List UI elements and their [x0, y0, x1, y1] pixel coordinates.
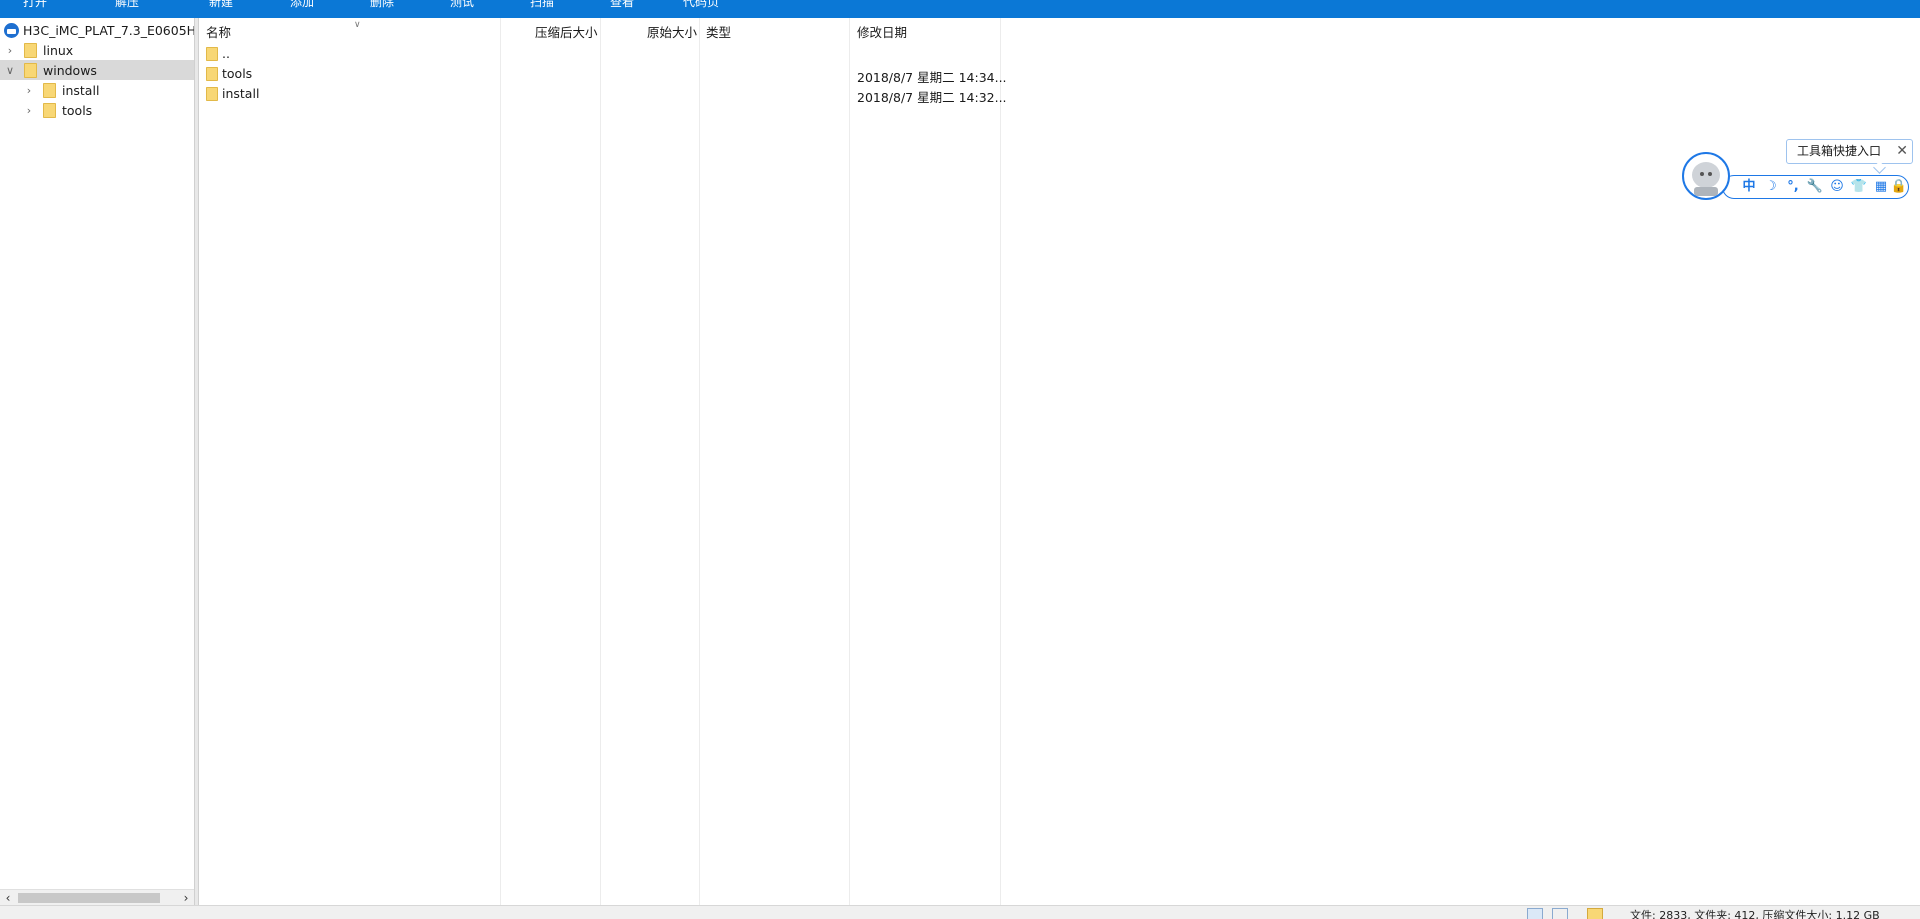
chevron-right-icon[interactable]: ›: [23, 84, 35, 97]
view-button[interactable]: 查看: [610, 0, 634, 10]
tree-item-tools[interactable]: › tools: [0, 100, 194, 120]
folder-icon: [206, 66, 218, 81]
tree-horizontal-scrollbar[interactable]: ‹ ›: [0, 889, 194, 905]
details-view-icon[interactable]: [1527, 908, 1543, 919]
column-header-type[interactable]: 类型: [706, 22, 731, 41]
tooltip-text: 工具箱快捷入口: [1797, 144, 1882, 158]
chinese-mode-icon[interactable]: 中: [1740, 178, 1758, 196]
test-button[interactable]: 测试: [450, 0, 474, 10]
extract-button[interactable]: 解压: [115, 0, 139, 10]
status-text: 文件: 2833, 文件夹: 412, 压缩文件大小: 1.12 GB: [1630, 909, 1880, 919]
scroll-right-icon[interactable]: ›: [178, 890, 194, 906]
ime-avatar[interactable]: [1682, 152, 1730, 200]
folder-icon: [24, 42, 37, 58]
column-divider[interactable]: [600, 18, 601, 905]
grid-icon[interactable]: ▦: [1872, 178, 1890, 196]
codepage-button[interactable]: 代码页: [683, 0, 719, 10]
folder-icon: [43, 82, 56, 98]
column-header-size[interactable]: 原始大小: [647, 22, 697, 41]
main-toolbar: 打开 解压 新建 添加 删除 测试 扫描 查看 代码页: [0, 0, 1920, 18]
archive-icon: [4, 22, 19, 38]
table-row[interactable]: ..: [199, 44, 999, 64]
chevron-right-icon[interactable]: ›: [4, 44, 16, 57]
moon-icon[interactable]: ☽: [1762, 178, 1780, 196]
folder-icon: [24, 62, 37, 78]
file-name: ..: [222, 46, 230, 61]
column-divider[interactable]: [1000, 18, 1001, 905]
scan-button[interactable]: 扫描: [530, 0, 554, 10]
file-name: tools: [222, 66, 253, 81]
file-list: 名称 ∨ 压缩后大小 原始大小 类型 修改日期 .. tools 2018/8/…: [199, 18, 1920, 905]
tree-item-install[interactable]: › install: [0, 80, 194, 100]
avatar-face-icon: [1692, 162, 1720, 188]
emoji-icon[interactable]: ☺: [1828, 178, 1846, 196]
tree-item-label: install: [62, 82, 100, 98]
column-divider[interactable]: [500, 18, 501, 905]
punctuation-icon[interactable]: °,: [1784, 178, 1802, 196]
scrollbar-thumb[interactable]: [18, 893, 160, 903]
avatar-scarf: [1694, 187, 1718, 196]
file-name: install: [222, 86, 260, 101]
folder-up-icon: [206, 46, 218, 61]
tree-root[interactable]: H3C_iMC_PLAT_7.3_E0605H05: [0, 20, 194, 40]
add-button[interactable]: 添加: [290, 0, 314, 10]
folder-icon: [43, 102, 56, 118]
chevron-right-icon[interactable]: ›: [23, 104, 35, 117]
lock-icon[interactable]: 🔒: [1890, 178, 1908, 196]
archive-info-icon: [1587, 908, 1603, 919]
list-view-icon[interactable]: [1552, 908, 1568, 919]
tree-item-label: windows: [43, 62, 97, 78]
tree-item-label: linux: [43, 42, 74, 58]
file-modified-date: 2018/8/7 星期二 14:32...: [857, 90, 1007, 105]
column-divider[interactable]: [849, 18, 850, 905]
tree-item-linux[interactable]: › linux: [0, 40, 194, 60]
column-header-name[interactable]: 名称 ∨: [206, 20, 361, 41]
ime-toolbox-tooltip: 工具箱快捷入口 ✕: [1786, 139, 1913, 174]
folder-icon: [206, 86, 218, 101]
tree-item-windows[interactable]: ∨ windows: [0, 60, 194, 80]
column-header-modified[interactable]: 修改日期: [857, 22, 907, 41]
folder-tree: H3C_iMC_PLAT_7.3_E0605H05 › linux ∨ wind…: [0, 18, 194, 905]
skin-icon[interactable]: 👕: [1850, 178, 1868, 196]
sort-descending-icon: ∨: [354, 20, 361, 30]
table-row[interactable]: tools 2018/8/7 星期二 14:34...: [199, 64, 1007, 85]
status-bar: 文件: 2833, 文件夹: 412, 压缩文件大小: 1.12 GB: [0, 905, 1920, 919]
column-divider[interactable]: [699, 18, 700, 905]
column-header-label: 名称: [206, 25, 232, 40]
open-button[interactable]: 打开: [23, 0, 47, 10]
scroll-left-icon[interactable]: ‹: [0, 890, 16, 906]
ime-toolbar: 中 ☽ °, 🔧 ☺ 👕 ▦ 🔒: [1722, 175, 1909, 199]
wrench-icon[interactable]: 🔧: [1806, 178, 1824, 196]
delete-button[interactable]: 删除: [370, 0, 394, 10]
tree-root-label: H3C_iMC_PLAT_7.3_E0605H05: [23, 22, 194, 38]
close-icon[interactable]: ✕: [1896, 140, 1908, 163]
tree-item-label: tools: [62, 102, 93, 118]
table-row[interactable]: install 2018/8/7 星期二 14:32...: [199, 84, 1007, 105]
new-button[interactable]: 新建: [209, 0, 233, 10]
column-header-packed-size[interactable]: 压缩后大小: [535, 22, 598, 41]
chevron-down-icon[interactable]: ∨: [4, 64, 16, 77]
